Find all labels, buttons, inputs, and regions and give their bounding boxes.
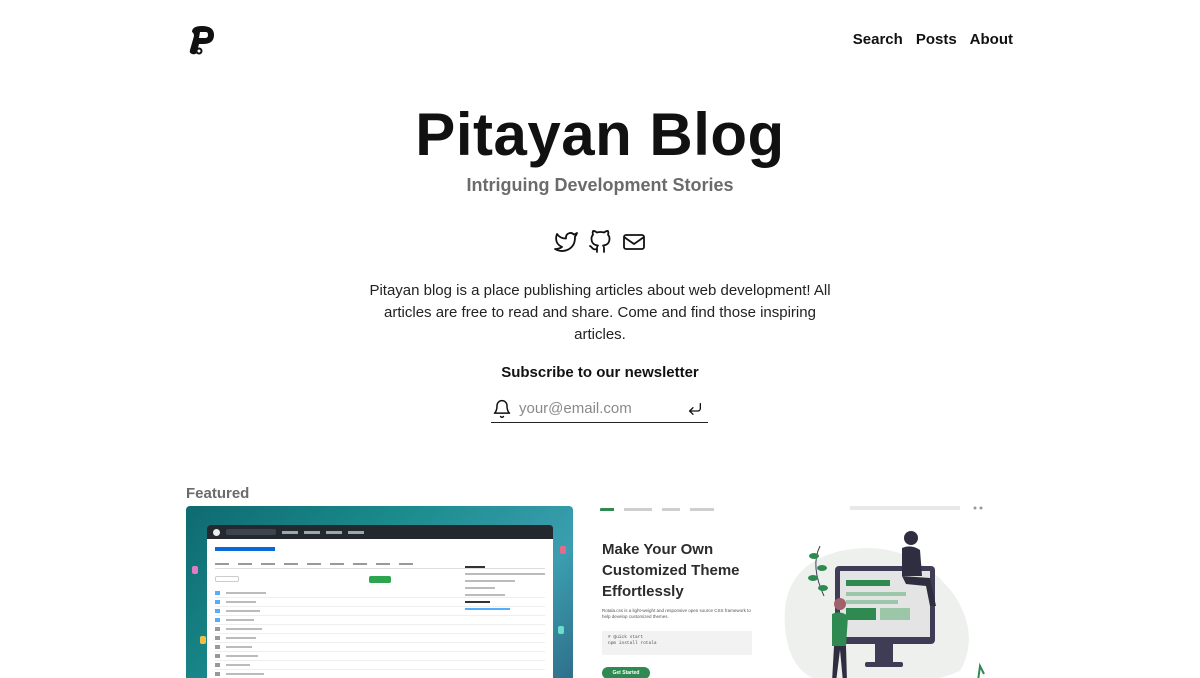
- page-title: Pitayan Blog: [415, 101, 785, 168]
- pitayan-p-logo-icon: [189, 26, 214, 55]
- github-repo-screenshot: [207, 525, 553, 678]
- featured-card-github[interactable]: [186, 506, 573, 678]
- code-line: npm install rotala: [608, 641, 657, 646]
- github-topbar: [207, 525, 553, 539]
- github-logo-icon: [213, 528, 220, 536]
- code-snippet: # Quick start npm install rotala: [602, 631, 752, 655]
- newsletter-email-input[interactable]: [519, 400, 679, 417]
- featured-card-rotala[interactable]: Make Your Own Customized Theme Effortles…: [600, 506, 987, 678]
- code-button: [369, 575, 391, 583]
- newsletter-label: Subscribe to our newsletter: [501, 364, 699, 381]
- featured-heading: Featured: [186, 485, 250, 502]
- card-description: Rotala.css is a light-weight and respons…: [602, 608, 751, 619]
- mail-icon[interactable]: [622, 230, 646, 254]
- page-subtitle: Intriguing Development Stories: [466, 175, 734, 195]
- enter-icon[interactable]: [687, 401, 703, 417]
- nav-posts-link[interactable]: Posts: [916, 31, 957, 48]
- main-nav: Search Posts About: [853, 31, 1013, 48]
- card-headline: Make Your Own Customized Theme Effortles…: [602, 541, 740, 600]
- get-started-button: Get Started: [602, 667, 650, 678]
- repo-path: [215, 547, 275, 551]
- github-search-field: [226, 529, 276, 535]
- illustration-person-at-monitor: [784, 506, 985, 678]
- intro-text: Pitayan blog is a place publishing artic…: [369, 282, 831, 343]
- confetti-decoration: [200, 636, 206, 644]
- repo-about-sidebar: [465, 561, 545, 615]
- bell-icon: [493, 399, 511, 418]
- github-icon[interactable]: [588, 230, 612, 254]
- nav-search-link[interactable]: Search: [853, 31, 903, 48]
- file-row: [215, 634, 545, 643]
- file-row: [215, 625, 545, 634]
- file-row: [215, 670, 545, 678]
- file-row: [215, 652, 545, 661]
- social-links: [554, 230, 646, 254]
- repo-header: [215, 543, 545, 555]
- confetti-decoration: [192, 566, 198, 574]
- confetti-decoration: [558, 626, 564, 634]
- newsletter-form: [491, 395, 708, 423]
- nav-about-link[interactable]: About: [970, 31, 1013, 48]
- file-row: [215, 643, 545, 652]
- file-row: [215, 616, 545, 625]
- file-row: [215, 661, 545, 670]
- confetti-decoration: [560, 546, 566, 554]
- site-logo[interactable]: [186, 24, 218, 56]
- twitter-icon[interactable]: [554, 230, 578, 254]
